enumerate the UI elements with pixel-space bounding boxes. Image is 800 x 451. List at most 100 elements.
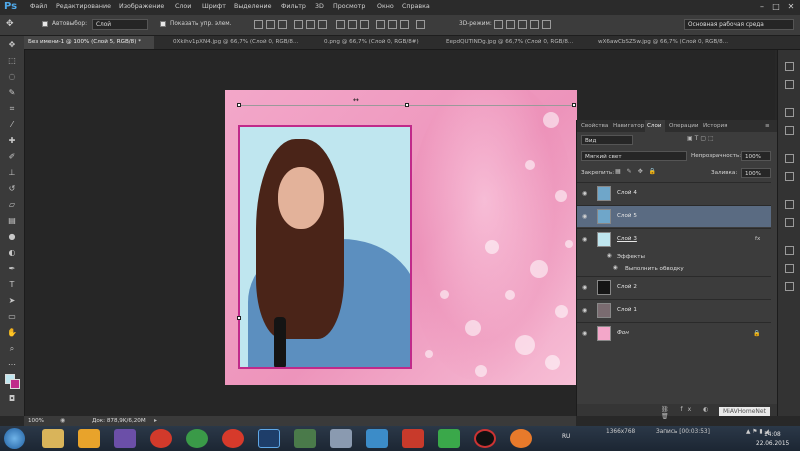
tab-document-4[interactable]: EepdQUTINDg.jpg @ 66,7% (Слой 0, RGB/8..…: [442, 36, 592, 49]
tab-document-3[interactable]: 0.png @ 66,7% (Слой 0, RGB/8#): [320, 36, 440, 49]
quick-mask-icon[interactable]: ◘: [7, 394, 17, 404]
panel-menu-icon[interactable]: ≡: [765, 120, 775, 132]
clone-stamp-tool-icon[interactable]: ⊥: [7, 168, 17, 178]
more-tools-icon[interactable]: …: [7, 358, 17, 368]
healing-brush-tool-icon[interactable]: ✚: [7, 136, 17, 146]
eraser-tool-icon[interactable]: ▱: [7, 200, 17, 210]
distribute-top-icon[interactable]: [336, 20, 345, 29]
paint-icon[interactable]: [330, 429, 352, 448]
explorer-icon[interactable]: [42, 429, 64, 448]
brush-presets-icon[interactable]: [785, 154, 794, 163]
menu-filter[interactable]: Фильтр: [281, 3, 306, 10]
transform-handle[interactable]: [237, 316, 241, 320]
distribute-left-icon[interactable]: [376, 20, 385, 29]
history-brush-tool-icon[interactable]: ↺: [7, 184, 17, 194]
move-tool-icon[interactable]: ✥: [6, 19, 14, 29]
layer-filter-select[interactable]: Вид: [581, 135, 633, 145]
clock-date[interactable]: 22.06.2015: [756, 441, 789, 447]
menu-select[interactable]: Выделение: [234, 3, 272, 10]
stroke-eye-icon[interactable]: ◉: [613, 265, 618, 271]
yandex-browser-icon[interactable]: [222, 429, 244, 448]
3d-roll-icon[interactable]: [506, 20, 515, 29]
menu-view[interactable]: Просмотр: [333, 3, 365, 10]
transform-handle[interactable]: [237, 103, 241, 107]
align-center-icon[interactable]: [306, 20, 315, 29]
align-middle-icon[interactable]: [266, 20, 275, 29]
zoom-level[interactable]: 100%: [28, 418, 44, 424]
marquee-tool-icon[interactable]: ⬚: [7, 56, 17, 66]
quick-select-tool-icon[interactable]: ✎: [7, 88, 17, 98]
crop-tool-icon[interactable]: ⌗: [7, 104, 17, 114]
transform-handle[interactable]: [405, 103, 409, 107]
tab-document-1[interactable]: Без имени-1 @ 100% (Слой 5, RGB/8) *: [24, 36, 154, 49]
visibility-eye-icon[interactable]: ◉: [582, 307, 587, 314]
fill-input[interactable]: 100%: [741, 168, 771, 178]
app-icon[interactable]: [78, 429, 100, 448]
dodge-tool-icon[interactable]: ◐: [7, 248, 17, 258]
document-canvas[interactable]: [225, 90, 577, 385]
3d-rotate-icon[interactable]: [494, 20, 503, 29]
chrome-icon[interactable]: [186, 429, 208, 448]
visual-studio-icon[interactable]: [114, 429, 136, 448]
tab-history[interactable]: История: [701, 120, 733, 132]
visibility-eye-icon[interactable]: ◉: [582, 330, 587, 337]
eyedropper-tool-icon[interactable]: ⁄: [7, 120, 17, 130]
network-icon[interactable]: [366, 429, 388, 448]
character-icon[interactable]: [785, 200, 794, 209]
visibility-eye-icon[interactable]: ◉: [582, 190, 587, 197]
3d-scale-icon[interactable]: [542, 20, 551, 29]
document-info[interactable]: Док: 878,9K/6,20M: [92, 418, 146, 424]
menu-help[interactable]: Справка: [402, 3, 430, 10]
opacity-input[interactable]: 100%: [741, 151, 771, 161]
3d-slide-icon[interactable]: [530, 20, 539, 29]
align-left-icon[interactable]: [294, 20, 303, 29]
menu-3d[interactable]: 3D: [315, 3, 324, 10]
paths-icon[interactable]: [785, 282, 794, 291]
actions-icon[interactable]: [785, 80, 794, 89]
gradient-tool-icon[interactable]: ▤: [7, 216, 17, 226]
lasso-tool-icon[interactable]: ◌: [7, 72, 17, 82]
yandex-icon[interactable]: [402, 429, 424, 448]
menu-layers[interactable]: Слои: [175, 3, 191, 10]
shape-tool-icon[interactable]: ▭: [7, 312, 17, 322]
layer-row[interactable]: ◉ Слой 2: [577, 276, 771, 298]
photo-layer[interactable]: [238, 125, 412, 369]
maximize-icon[interactable]: □: [771, 2, 781, 12]
3d-pan-icon[interactable]: [518, 20, 527, 29]
align-right-icon[interactable]: [318, 20, 327, 29]
firefox-icon[interactable]: [510, 429, 532, 448]
opera-icon[interactable]: [150, 429, 172, 448]
menu-image[interactable]: Изображение: [119, 3, 164, 10]
tab-layers[interactable]: Слои: [645, 120, 665, 132]
blend-mode-select[interactable]: Мягкий свет: [581, 151, 687, 161]
align-top-icon[interactable]: [254, 20, 263, 29]
distribute-bottom-icon[interactable]: [360, 20, 369, 29]
autoselect-select[interactable]: Слой: [92, 19, 148, 30]
utorrent-icon[interactable]: [438, 429, 460, 448]
hand-tool-icon[interactable]: ✋: [7, 328, 17, 338]
tab-document-5[interactable]: wX6awCbSZ5w.jpg @ 66,7% (Слой 0, RGB/8..…: [594, 36, 774, 49]
visibility-eye-icon[interactable]: ◉: [582, 284, 587, 291]
blur-tool-icon[interactable]: ●: [7, 232, 17, 242]
tab-actions[interactable]: Операции: [667, 120, 701, 132]
background-color-swatch[interactable]: [10, 379, 20, 389]
layer-row[interactable]: ◉ Слой 3 fx: [577, 228, 771, 250]
workspace-select[interactable]: Основная рабочая среда: [684, 19, 794, 30]
layers-icon[interactable]: [785, 246, 794, 255]
layer-row-selected[interactable]: ◉ Слой 5: [577, 205, 771, 227]
pen-tool-icon[interactable]: ✒: [7, 264, 17, 274]
menu-edit[interactable]: Редактирование: [56, 3, 111, 10]
language-indicator[interactable]: RU: [562, 434, 570, 440]
filter-icons[interactable]: ▣T▢⬚: [687, 135, 716, 142]
lock-icons[interactable]: ▦✎✥🔒: [615, 168, 662, 175]
zoom-tool-icon[interactable]: ⌕: [7, 344, 17, 354]
show-controls-checkbox[interactable]: [160, 21, 166, 27]
distribute-middle-icon[interactable]: [348, 20, 357, 29]
tab-properties[interactable]: Свойства: [579, 120, 611, 132]
clock-time[interactable]: 14:08: [764, 432, 781, 438]
fx-badge[interactable]: fx: [755, 236, 760, 242]
tab-navigator[interactable]: Навигатор: [611, 120, 647, 132]
menu-type[interactable]: Шрифт: [202, 3, 226, 10]
visibility-eye-icon[interactable]: ◉: [582, 236, 587, 243]
distribute-right-icon[interactable]: [400, 20, 409, 29]
